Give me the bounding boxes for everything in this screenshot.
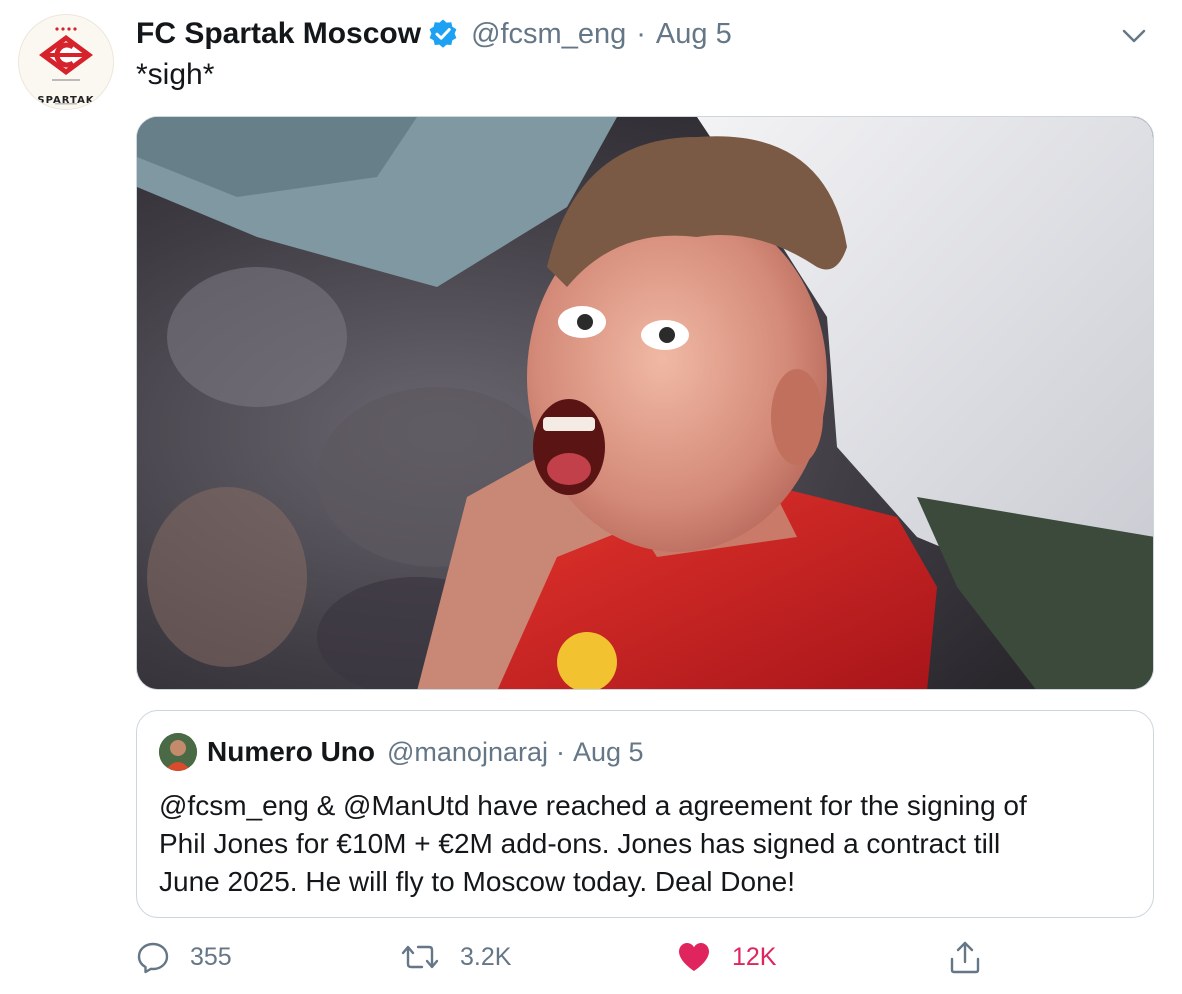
quoted-avatar[interactable] (159, 733, 197, 771)
quoted-display-name[interactable]: Numero Uno (207, 736, 375, 768)
handle[interactable]: @fcsm_eng (471, 18, 626, 51)
reply-button[interactable]: 355 (136, 934, 232, 980)
like-button[interactable]: 12K (676, 934, 776, 980)
tweet-photo[interactable] (136, 116, 1154, 690)
separator: · (636, 17, 646, 50)
quoted-date[interactable]: Aug 5 (573, 737, 644, 768)
tweet-text: *sigh* (136, 58, 215, 91)
tweet-date[interactable]: Aug 5 (656, 18, 732, 51)
quoted-text-line: Phil Jones for €10M + €2M add-ons. Jones… (159, 828, 1001, 859)
retweet-button[interactable]: 3.2K (400, 934, 511, 980)
tweet-actions: 355 3.2K 12K (0, 934, 1182, 980)
heart-icon (676, 940, 712, 974)
photo-image (137, 117, 1153, 689)
share-icon (948, 939, 982, 975)
reply-icon (136, 940, 170, 974)
avatar[interactable]: SPARTAK (18, 14, 114, 110)
retweet-count: 3.2K (460, 942, 512, 971)
verified-badge-icon (427, 18, 459, 50)
quoted-handle[interactable]: @manojnaraj (387, 737, 548, 768)
share-button[interactable] (948, 934, 982, 980)
like-count: 12K (732, 942, 777, 971)
tweet[interactable]: SPARTAK FC Spartak Moscow @fcsm_eng · Au… (0, 0, 1182, 994)
quoted-tweet[interactable]: Numero Uno @manojnaraj · Aug 5 @fcsm_eng… (136, 710, 1154, 918)
avatar-label: SPARTAK (37, 95, 95, 106)
chevron-down-icon[interactable] (1120, 22, 1148, 50)
quoted-separator: · (556, 736, 565, 767)
reply-count: 355 (190, 942, 232, 971)
quoted-text-line: June 2025. He will fly to Moscow today. … (159, 866, 796, 897)
retweet-icon (400, 940, 440, 974)
display-name[interactable]: FC Spartak Moscow (136, 17, 421, 51)
quoted-header: Numero Uno @manojnaraj · Aug 5 (207, 733, 644, 771)
tweet-header: FC Spartak Moscow @fcsm_eng · Aug 5 (136, 14, 732, 54)
quoted-text-line: @fcsm_eng & @ManUtd have reached a agree… (159, 790, 1027, 821)
quoted-text: @fcsm_eng & @ManUtd have reached a agree… (159, 787, 1129, 901)
